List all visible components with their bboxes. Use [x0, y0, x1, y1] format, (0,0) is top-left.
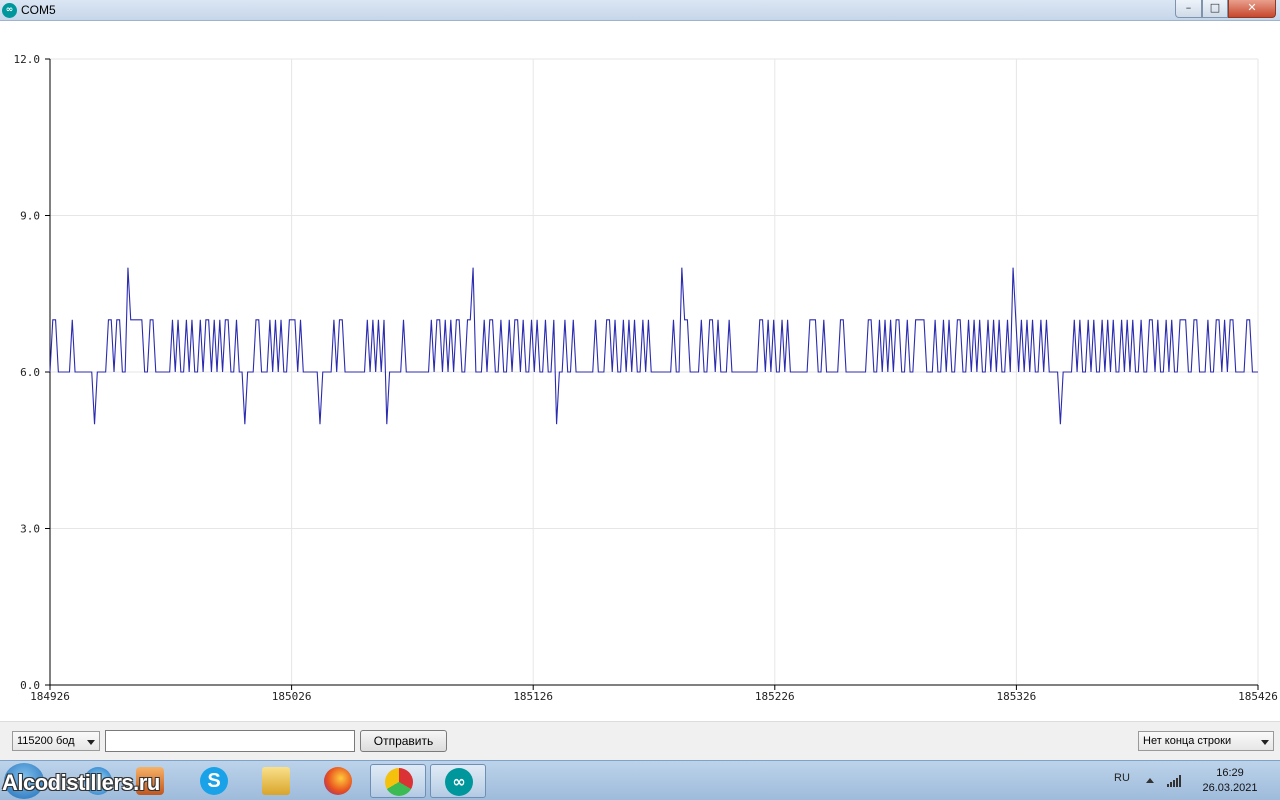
x-tick-label: 185026 [272, 690, 312, 703]
skype-icon: S [200, 767, 228, 795]
language-indicator[interactable]: RU [1114, 772, 1130, 784]
send-input[interactable] [105, 730, 355, 752]
line-ending-select[interactable]: Нет конца строки [1138, 731, 1274, 751]
taskbar-arduino[interactable]: ∞ [430, 764, 486, 798]
windows-taskbar: S Alcodistillers.ru ∞ RU 16:29 26.03.202… [0, 760, 1280, 800]
folder-icon [262, 767, 290, 795]
chrome-icon [385, 768, 413, 796]
x-tick-label: 185426 [1238, 690, 1278, 703]
close-button[interactable]: ✕ [1228, 0, 1276, 18]
series-line [49, 267, 1258, 425]
y-tick-label: 6.0 [20, 366, 40, 379]
minimize-button[interactable]: – [1175, 0, 1202, 18]
system-clock[interactable]: 16:29 26.03.2021 [1190, 766, 1270, 796]
chevron-down-icon [87, 740, 95, 745]
taskbar-chrome[interactable] [370, 764, 426, 798]
x-tick-label: 184926 [30, 690, 70, 703]
y-tick-label: 12.0 [14, 53, 41, 66]
line-ending-value: Нет конца строки [1143, 735, 1232, 747]
x-tick-label: 185126 [513, 690, 553, 703]
y-tick-label: 3.0 [20, 523, 40, 536]
watermark-text: Alcodistillers.ru [2, 770, 160, 795]
arduino-icon: ∞ [445, 768, 473, 796]
window-titlebar: ∞ COM5 – □ ✕ [0, 0, 1280, 21]
taskbar-skype[interactable]: S [186, 764, 242, 798]
send-button[interactable]: Отправить [360, 730, 447, 752]
y-tick-label: 9.0 [20, 210, 40, 223]
serial-plotter-chart: 0.03.06.09.012.0184926 185026 185126 185226… [14, 53, 1278, 703]
network-icon[interactable] [1166, 774, 1182, 788]
chevron-up-icon[interactable] [1146, 778, 1154, 783]
firefox-icon [324, 767, 352, 795]
baud-rate-value: 115200 бод [17, 735, 75, 747]
window-title: COM5 [21, 3, 56, 17]
arduino-icon: ∞ [2, 3, 17, 18]
x-tick-label: 185326 [997, 690, 1037, 703]
clock-time: 16:29 [1216, 767, 1244, 779]
taskbar-firefox[interactable] [310, 764, 366, 798]
clock-date: 26.03.2021 [1202, 782, 1258, 794]
baud-rate-select[interactable]: 115200 бод [12, 731, 100, 751]
x-tick-label: 185226 [755, 690, 795, 703]
plotter-controls: 115200 бод Отправить Нет конца строки [0, 721, 1280, 760]
taskbar-explorer[interactable] [248, 764, 304, 798]
maximize-button[interactable]: □ [1202, 0, 1228, 18]
chevron-down-icon [1261, 740, 1269, 745]
